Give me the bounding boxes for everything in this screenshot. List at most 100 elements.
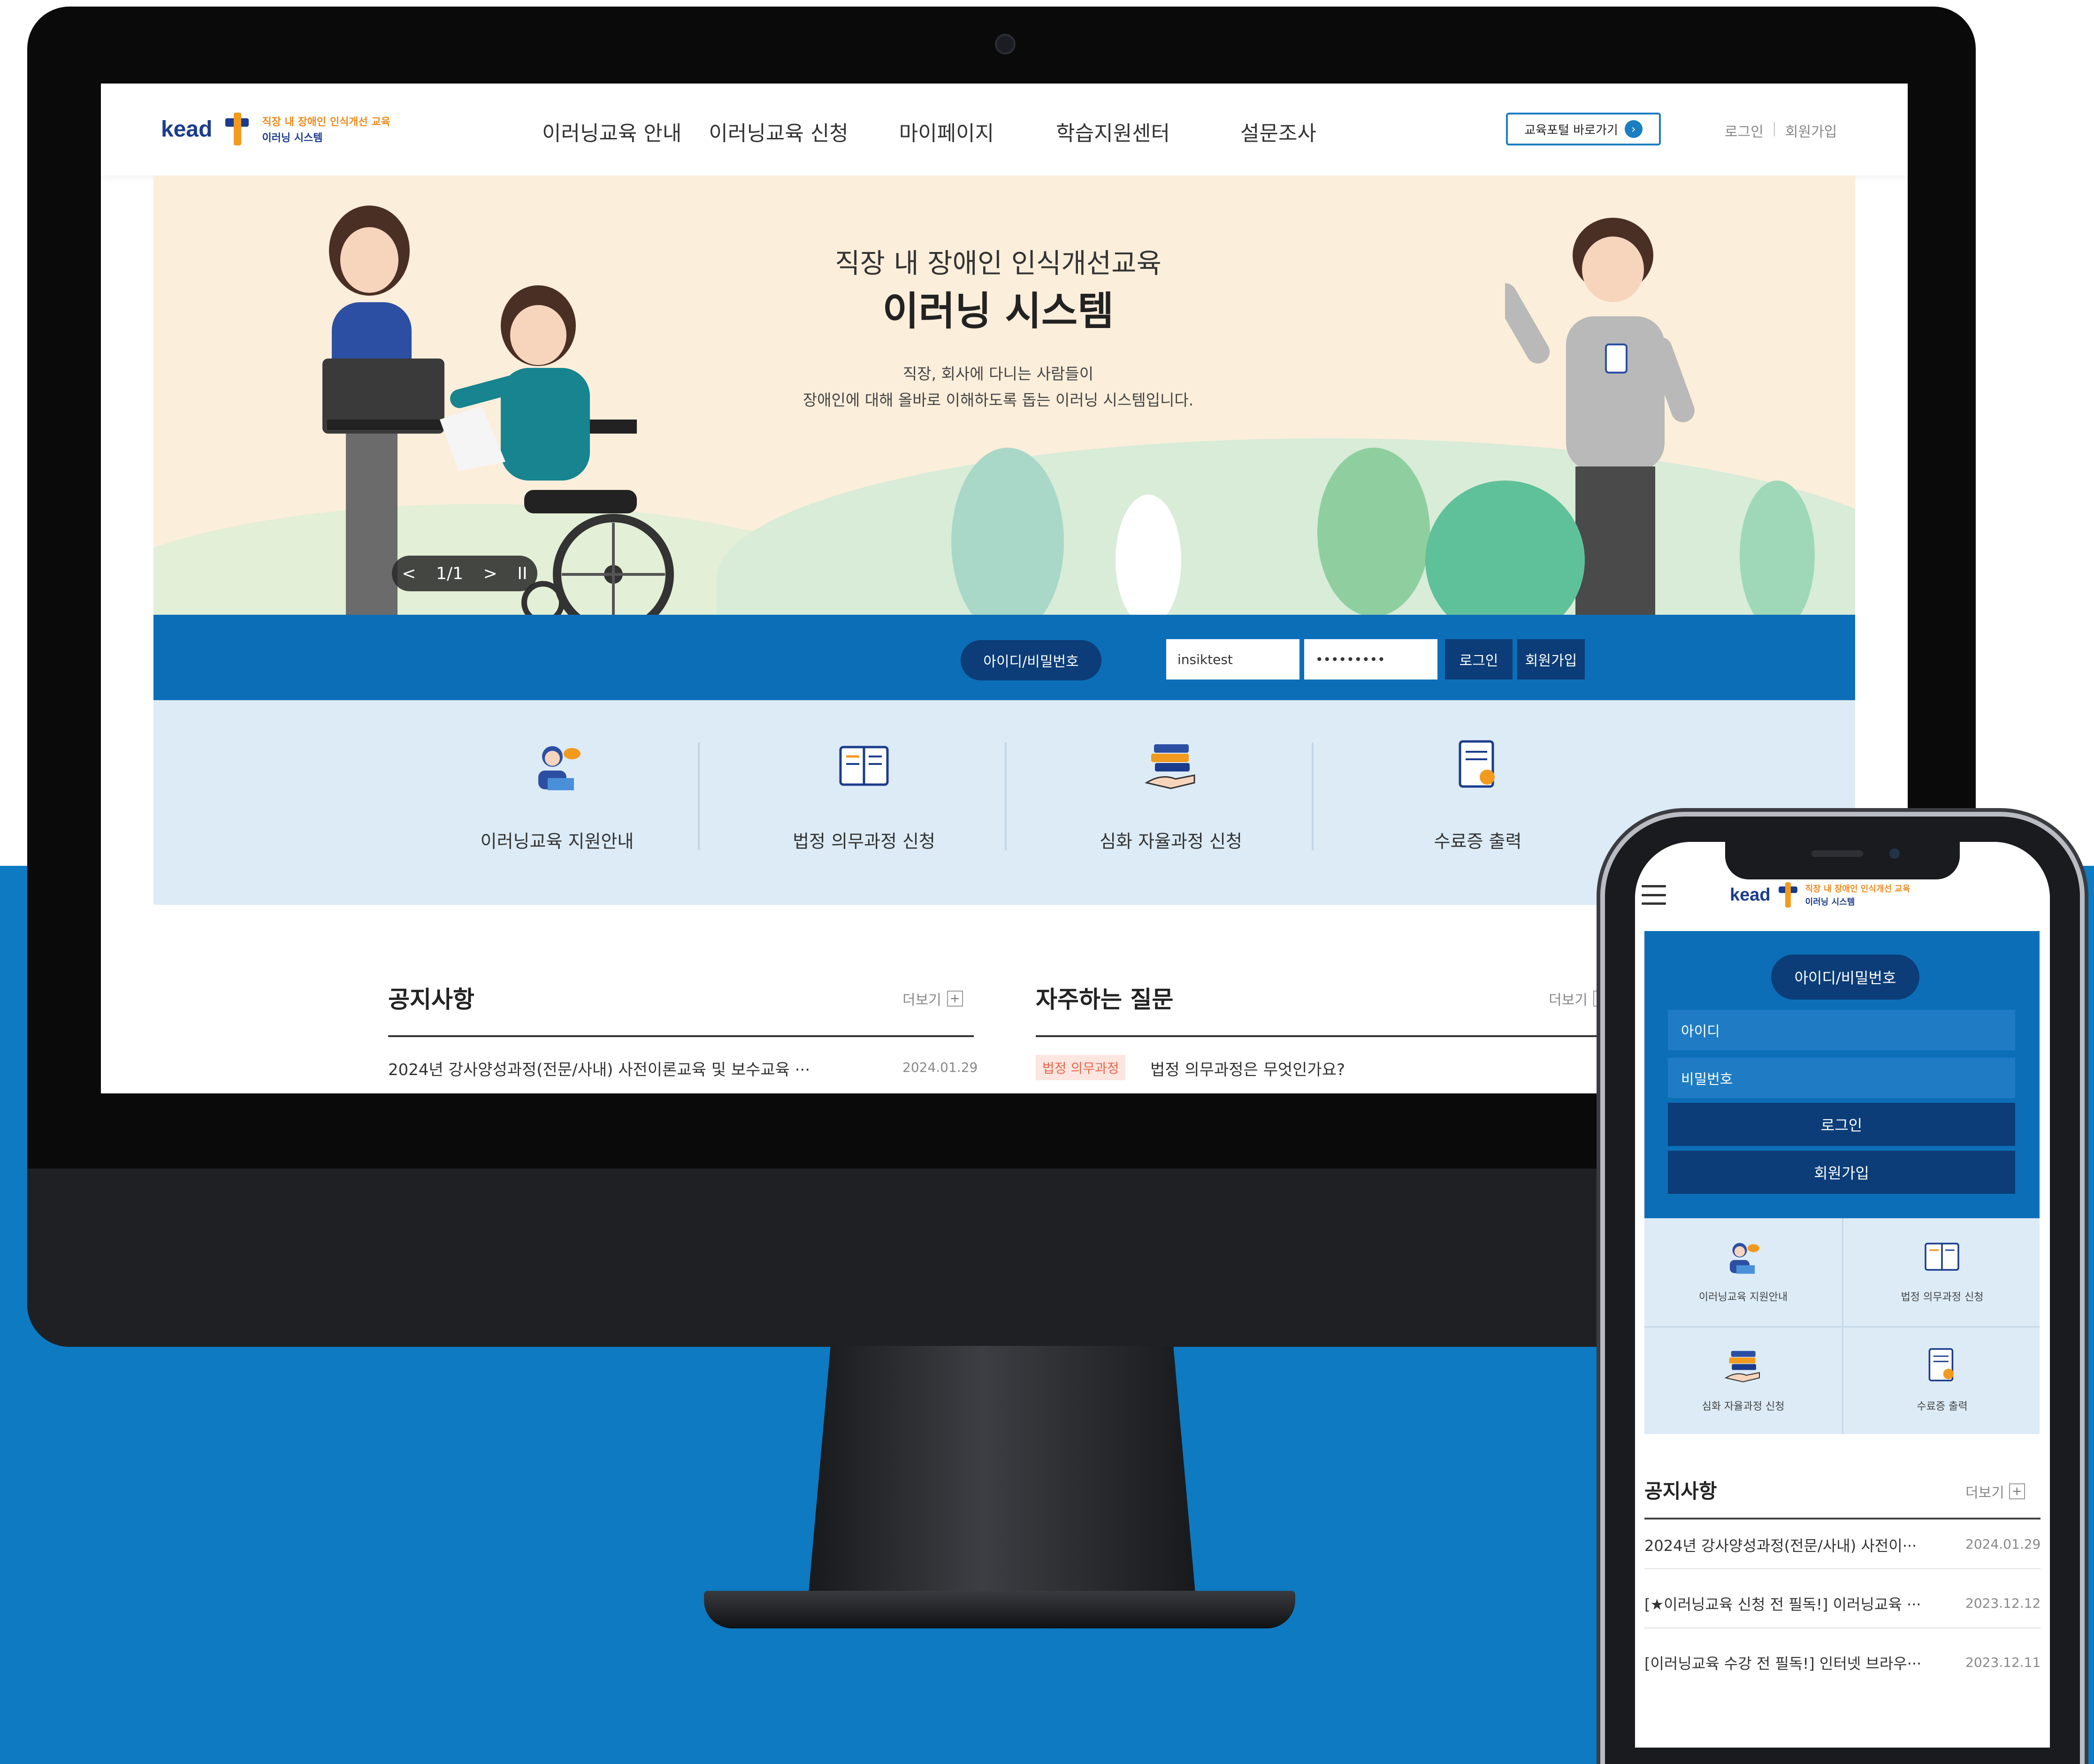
quick-label: 수료증 출력 (1917, 1401, 1968, 1413)
logo-line2: 이러닝 시스템 (1805, 897, 1855, 907)
util-divider: | (1772, 120, 1777, 137)
book-icon (1925, 1243, 1959, 1271)
nav-item-support-center[interactable]: 학습지원센터 (1056, 116, 1170, 146)
quick-item-advanced-course[interactable]: 심화 자율과정 신청 (1644, 1326, 1842, 1434)
hero-subtitle-line2: 장애인에 대해 올바로 이해하도록 돕는 이러닝 시스템입니다. (802, 391, 1194, 409)
quick-label: 법정 의무과정 신청 (793, 831, 935, 852)
quick-label: 수료증 출력 (1434, 831, 1522, 852)
divider (1005, 742, 1007, 850)
mobile-login-button[interactable]: 로그인 (1668, 1103, 2015, 1146)
login-tab-id-password[interactable]: 아이디/비밀번호 (1771, 955, 1919, 1000)
logo-caption: 직장 내 장애인 인식개선 교육 이러닝 시스템 (262, 114, 390, 145)
notice-date: 2023.12.11 (1965, 1655, 2041, 1670)
join-button[interactable]: 회원가입 (1517, 639, 1585, 680)
nav-item-elearning-guide[interactable]: 이러닝교육 안내 (542, 116, 681, 146)
logo-line2: 이러닝 시스템 (262, 132, 323, 144)
logo-mark-icon (221, 113, 253, 145)
quick-item-mandatory-course[interactable]: 법정 의무과정 신청 (1842, 1218, 2040, 1326)
notice-date: 2023.12.12 (1965, 1596, 2041, 1611)
mobile-id-input[interactable]: 아이디 (1668, 1010, 2015, 1050)
quick-label: 법정 의무과정 신청 (1901, 1291, 1984, 1303)
support-agent-icon (538, 746, 581, 790)
quick-label: 심화 자율과정 신청 (1100, 831, 1242, 852)
login-link[interactable]: 로그인 (1725, 120, 1764, 141)
faq-more-link[interactable]: 더보기 + (1549, 988, 1609, 1009)
mobile-notice-divider (1644, 1518, 2041, 1520)
quick-item-certificate[interactable]: 수료증 출력 (1337, 700, 1619, 905)
notice-date: 2024.01.29 (902, 1060, 978, 1075)
faq-item[interactable]: 법정 의무과정은 무엇인가요? (1150, 1057, 1345, 1080)
education-portal-button[interactable]: 교육포털 바로가기 › (1506, 113, 1661, 145)
portal-button-label: 교육포털 바로가기 (1524, 123, 1618, 137)
quick-label: 심화 자율과정 신청 (1702, 1401, 1785, 1413)
mobile-login-panel: 아이디/비밀번호 아이디 비밀번호 로그인 회원가입 (1644, 931, 2040, 1218)
main-nav: 이러닝교육 안내 이러닝교육 신청 마이페이지 학습지원센터 설문조사 (542, 116, 1344, 146)
logo-mark-icon (1775, 882, 1801, 908)
notice-item[interactable]: [★이러닝교육 신청 전 필독!] 이러닝교육 ··· (1644, 1593, 1935, 1614)
slider-counter: 1/1 (436, 564, 464, 583)
nav-item-elearning-apply[interactable]: 이러닝교육 신청 (709, 116, 848, 146)
more-label: 더보기 (1965, 1485, 2004, 1501)
mobile-quick-menu: 이러닝교육 지원안내 법정 의무과정 신청 심화 자율과정 신청 수료증 출력 (1644, 1218, 2040, 1434)
logo-wordmark: kead (161, 116, 213, 142)
notice-more-link[interactable]: 더보기 + (902, 988, 963, 1009)
nav-item-survey[interactable]: 설문조사 (1240, 116, 1316, 146)
books-hand-icon (1145, 744, 1195, 789)
divider (1312, 742, 1314, 850)
webcam-icon (995, 34, 1016, 54)
notice-item[interactable]: [이러닝교육 수강 전 필독!] 인터넷 브라우··· (1644, 1652, 1935, 1673)
books-hand-icon (1724, 1351, 1760, 1382)
nav-item-mypage[interactable]: 마이페이지 (899, 116, 994, 146)
notice-item[interactable]: 2024년 강사양성과정(전문/사내) 사전이··· (1644, 1534, 1935, 1556)
mobile-screen: kead 직장 내 장애인 인식개선 교육 이러닝 시스템 아이디/비밀번호 아… (1635, 842, 2050, 1748)
certificate-icon (1928, 1348, 1954, 1382)
join-link[interactable]: 회원가입 (1785, 120, 1837, 141)
logo-line1: 직장 내 장애인 인식개선 교육 (1805, 884, 1911, 894)
quick-item-support-guide[interactable]: 이러닝교육 지원안내 (1644, 1218, 1842, 1326)
quick-item-mandatory-course[interactable]: 법정 의무과정 신청 (723, 700, 1005, 905)
mobile-notice-title: 공지사항 (1644, 1480, 1717, 1503)
chevron-right-icon[interactable]: > (483, 564, 497, 583)
logo-wordmark: kead (1730, 885, 1771, 905)
notice-title: 공지사항 (388, 986, 474, 1013)
more-label: 더보기 (1549, 992, 1588, 1008)
login-button[interactable]: 로그인 (1445, 639, 1513, 680)
site-logo[interactable]: kead 직장 내 장애인 인식개선 교육 이러닝 시스템 (161, 113, 390, 145)
plus-icon: + (947, 991, 963, 1007)
hero-banner: 직장 내 장애인 인식개선교육 이러닝 시스템 직장, 회사에 다니는 사람들이… (153, 176, 1855, 615)
hero-plants (951, 448, 1815, 615)
more-label: 더보기 (902, 992, 941, 1008)
quick-menu: 이러닝교육 지원안내 법정 의무과정 신청 심화 자율과정 신청 수료증 출력 (153, 700, 1855, 905)
slider-controls: < 1/1 > II (392, 556, 537, 591)
login-tab-id-password[interactable]: 아이디/비밀번호 (961, 640, 1101, 680)
chevron-left-icon[interactable]: < (402, 564, 416, 583)
password-input[interactable]: ••••••••• (1304, 639, 1437, 680)
row-divider (1644, 1568, 2041, 1569)
id-input[interactable]: insiktest (1166, 639, 1299, 680)
mobile-logo[interactable]: kead 직장 내 장애인 인식개선 교육 이러닝 시스템 (1730, 882, 1910, 908)
mobile-password-input[interactable]: 비밀번호 (1668, 1058, 2015, 1098)
phone-notch (1725, 836, 1960, 879)
certificate-icon (1459, 740, 1495, 788)
quick-label: 이러닝교육 지원안내 (1698, 1291, 1788, 1303)
hero-title-line1: 직장 내 장애인 인식개선교육 (835, 247, 1162, 279)
hamburger-menu-icon[interactable] (1642, 885, 1666, 905)
monitor-stand (807, 1346, 1197, 1609)
row-divider (1644, 1627, 2041, 1628)
faq-title: 자주하는 질문 (1036, 986, 1174, 1013)
faq-divider (1036, 1035, 1618, 1037)
pause-icon[interactable]: II (517, 564, 527, 583)
quick-item-advanced-course[interactable]: 심화 자율과정 신청 (1030, 700, 1312, 905)
mobile-join-button[interactable]: 회원가입 (1668, 1151, 2015, 1194)
quick-label: 이러닝교육 지원안내 (480, 831, 634, 852)
notice-item[interactable]: 2024년 강사양성과정(전문/사내) 사전이론교육 및 보수교육 ··· (388, 1057, 810, 1080)
mobile-notice-more-link[interactable]: 더보기 + (1965, 1481, 2025, 1502)
notice-divider (388, 1035, 974, 1037)
monitor-stand-base (704, 1591, 1295, 1628)
site-header: kead 직장 내 장애인 인식개선 교육 이러닝 시스템 이러닝교육 안내 이… (101, 84, 1908, 176)
front-camera-icon (1889, 848, 1900, 859)
chevron-right-icon: › (1624, 120, 1643, 138)
plus-icon: + (2009, 1483, 2025, 1499)
quick-item-certificate[interactable]: 수료증 출력 (1842, 1326, 2040, 1434)
quick-item-support-guide[interactable]: 이러닝교육 지원안내 (416, 700, 698, 905)
